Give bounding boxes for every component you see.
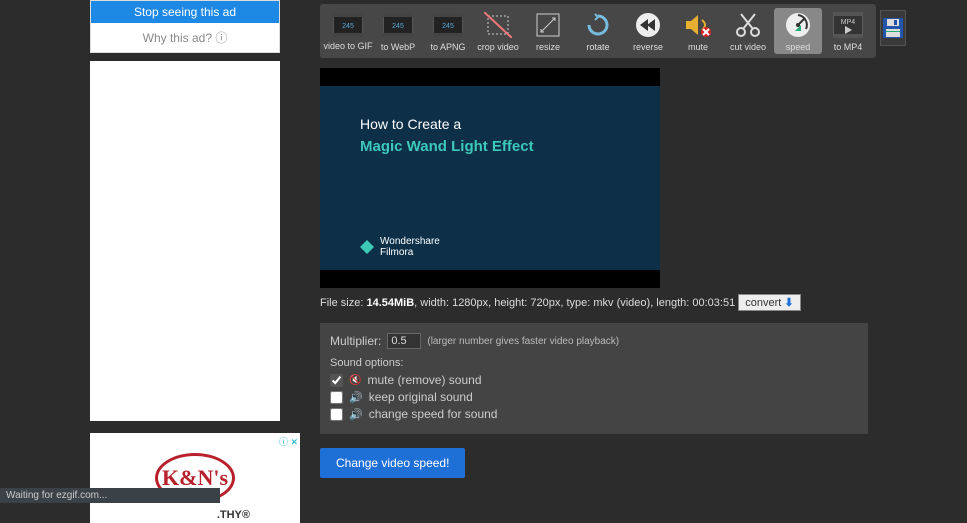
sound-options-label: Sound options: bbox=[330, 357, 858, 369]
multiplier-hint: (larger number gives faster video playba… bbox=[427, 336, 619, 347]
tool-cut[interactable]: cut video bbox=[724, 8, 772, 54]
film-icon: 245 bbox=[430, 10, 466, 40]
status-bar: Waiting for ezgif.com... bbox=[0, 488, 220, 503]
file-info: File size: 14.54MiB, width: 1280px, heig… bbox=[320, 294, 880, 311]
tool-to-apng[interactable]: 245 to APNG bbox=[424, 8, 472, 54]
svg-text:245: 245 bbox=[342, 23, 354, 30]
speaker-mute-icon: 🔇 bbox=[349, 375, 361, 386]
film-icon: 245 bbox=[330, 10, 366, 40]
tool-mute[interactable]: mute bbox=[674, 8, 722, 54]
change-speed-sound-label: change speed for sound bbox=[369, 407, 498, 421]
speaker-icon: 🔊 bbox=[349, 408, 363, 421]
svg-text:245: 245 bbox=[392, 23, 404, 30]
convert-button[interactable]: convert ⬇ bbox=[738, 294, 800, 311]
crop-icon bbox=[480, 10, 516, 40]
tool-reverse[interactable]: reverse bbox=[624, 8, 672, 54]
change-speed-sound-checkbox[interactable] bbox=[330, 408, 343, 421]
tool-toolbar: 245 video to GIF 245 to WebP 245 to APNG… bbox=[320, 4, 876, 58]
svg-text:MP4: MP4 bbox=[841, 19, 856, 26]
mp4-icon: MP4 bbox=[830, 10, 866, 40]
speed-icon bbox=[780, 10, 816, 40]
tool-rotate[interactable]: rotate bbox=[574, 8, 622, 54]
wondershare-brand: Wondershare Filmora bbox=[380, 236, 440, 258]
mute-sound-checkbox[interactable] bbox=[330, 374, 343, 387]
save-button[interactable] bbox=[880, 10, 906, 46]
tool-crop[interactable]: crop video bbox=[474, 8, 522, 54]
ad-banner[interactable]: ⓘ ✕ K&N's .THY® bbox=[90, 433, 300, 523]
tool-to-webp[interactable]: 245 to WebP bbox=[374, 8, 422, 54]
video-preview[interactable]: How to Create a Magic Wand Light Effect … bbox=[320, 68, 660, 288]
wondershare-logo-icon bbox=[360, 240, 374, 254]
ad-placeholder bbox=[90, 61, 280, 421]
tool-video-to-gif[interactable]: 245 video to GIF bbox=[324, 8, 372, 54]
resize-icon bbox=[530, 10, 566, 40]
tool-to-mp4[interactable]: MP4 to MP4 bbox=[824, 8, 872, 54]
why-this-ad-link[interactable]: Why this ad? ⓘ bbox=[91, 23, 279, 52]
reverse-icon bbox=[630, 10, 666, 40]
multiplier-input[interactable] bbox=[387, 333, 421, 349]
change-speed-button[interactable]: Change video speed! bbox=[320, 448, 465, 478]
tool-speed[interactable]: speed bbox=[774, 8, 822, 54]
adchoices-icon[interactable]: ⓘ ✕ bbox=[279, 435, 298, 448]
ad-tagline: .THY® bbox=[217, 509, 250, 521]
svg-text:245: 245 bbox=[442, 23, 454, 30]
scissors-icon bbox=[730, 10, 766, 40]
video-subtitle: Magic Wand Light Effect bbox=[360, 138, 620, 155]
save-icon bbox=[881, 16, 905, 40]
film-icon: 245 bbox=[380, 10, 416, 40]
stop-seeing-ad-button[interactable]: Stop seeing this ad bbox=[91, 1, 279, 23]
mute-icon bbox=[680, 10, 716, 40]
ad-dismissal-box: Stop seeing this ad Why this ad? ⓘ bbox=[90, 0, 280, 53]
rotate-icon bbox=[580, 10, 616, 40]
keep-sound-checkbox[interactable] bbox=[330, 391, 343, 404]
tool-resize[interactable]: resize bbox=[524, 8, 572, 54]
video-title: How to Create a bbox=[360, 116, 620, 132]
speaker-icon: 🔊 bbox=[349, 391, 363, 404]
keep-sound-label: keep original sound bbox=[369, 390, 473, 404]
options-panel: Multiplier: (larger number gives faster … bbox=[320, 323, 868, 434]
multiplier-label: Multiplier: bbox=[330, 334, 381, 348]
mute-sound-label: mute (remove) sound bbox=[367, 373, 481, 387]
